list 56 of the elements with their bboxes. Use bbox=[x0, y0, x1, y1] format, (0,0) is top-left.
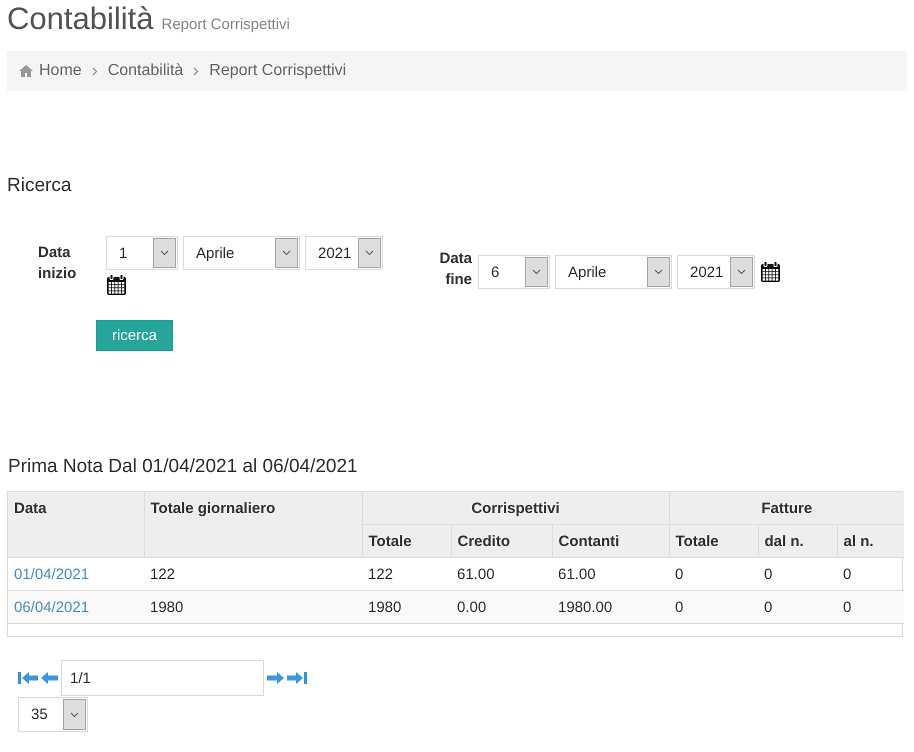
column-group-header: Corrispettivi bbox=[471, 500, 560, 516]
column-header: Data bbox=[14, 500, 47, 517]
dropdown[interactable]: 2021 bbox=[677, 255, 755, 289]
table-cell: 1980 bbox=[150, 598, 184, 616]
table-cell: 61.00 bbox=[558, 566, 596, 582]
chevron-icon bbox=[70, 712, 79, 718]
table-cell: 0 bbox=[764, 566, 772, 582]
date-label: Data fine bbox=[438, 249, 472, 290]
table-cell: 1980 bbox=[368, 598, 402, 616]
table-cell: 0 bbox=[764, 598, 772, 616]
chevron-icon bbox=[160, 250, 169, 256]
dropdown[interactable]: 35 bbox=[18, 697, 88, 732]
table-cell: 122 bbox=[368, 566, 394, 582]
column-header: dal n. bbox=[764, 532, 804, 550]
date-label: Data inizio bbox=[38, 243, 78, 284]
section-title: Ricerca bbox=[7, 174, 72, 198]
previous-page-icon[interactable] bbox=[41, 671, 58, 685]
chevron-icon bbox=[365, 250, 374, 256]
column-header: Credito bbox=[458, 532, 510, 550]
results-title: Prima Nota Dal 01/04/2021 al 06/04/2021 bbox=[8, 456, 358, 477]
table-cell: 0 bbox=[843, 566, 852, 582]
chevron-icon bbox=[532, 269, 541, 275]
table-cell: 0 bbox=[675, 598, 684, 616]
calendar-icon bbox=[760, 261, 781, 283]
column-header: Totale bbox=[368, 532, 412, 550]
dropdown[interactable]: Aprile bbox=[183, 236, 300, 270]
table-cell: 0 bbox=[675, 566, 684, 582]
chevron-icon bbox=[282, 250, 291, 256]
chevron-right-icon bbox=[193, 66, 200, 76]
dropdown[interactable]: Aprile bbox=[555, 255, 672, 289]
table-cell: 0 bbox=[843, 598, 852, 616]
column-group-header: Fatture bbox=[761, 500, 812, 516]
page-number-field[interactable]: 1/1 bbox=[61, 660, 264, 696]
column-header: al n. bbox=[844, 532, 874, 550]
table-cell: 122 bbox=[150, 566, 176, 582]
next-page-icon[interactable] bbox=[267, 671, 284, 685]
page-title: Contabilità bbox=[7, 0, 154, 38]
table-cell: 0.00 bbox=[457, 598, 486, 616]
page-subtitle: Report Corrispettivi bbox=[161, 16, 290, 33]
column-header: Totale bbox=[676, 532, 719, 550]
column-header: Contanti bbox=[558, 532, 620, 550]
breadcrumb-link[interactable]: Home bbox=[39, 62, 82, 80]
calendar-icon bbox=[106, 274, 127, 296]
home-icon bbox=[19, 65, 33, 77]
breadcrumb-link[interactable]: Contabilità bbox=[108, 62, 184, 80]
table-cell: 61.00 bbox=[457, 566, 495, 582]
last-page-icon[interactable] bbox=[287, 671, 307, 685]
chevron-icon bbox=[654, 269, 663, 275]
dropdown[interactable]: 1 bbox=[106, 236, 178, 270]
dropdown[interactable]: 6 bbox=[478, 255, 550, 289]
chevron-right-icon bbox=[92, 66, 98, 76]
chevron-icon bbox=[737, 269, 746, 275]
first-page-icon[interactable] bbox=[18, 671, 38, 685]
column-header: Totale giornaliero bbox=[150, 500, 276, 517]
table-cell: 1980.00 bbox=[558, 598, 612, 616]
dropdown[interactable]: 2021 bbox=[305, 236, 383, 270]
